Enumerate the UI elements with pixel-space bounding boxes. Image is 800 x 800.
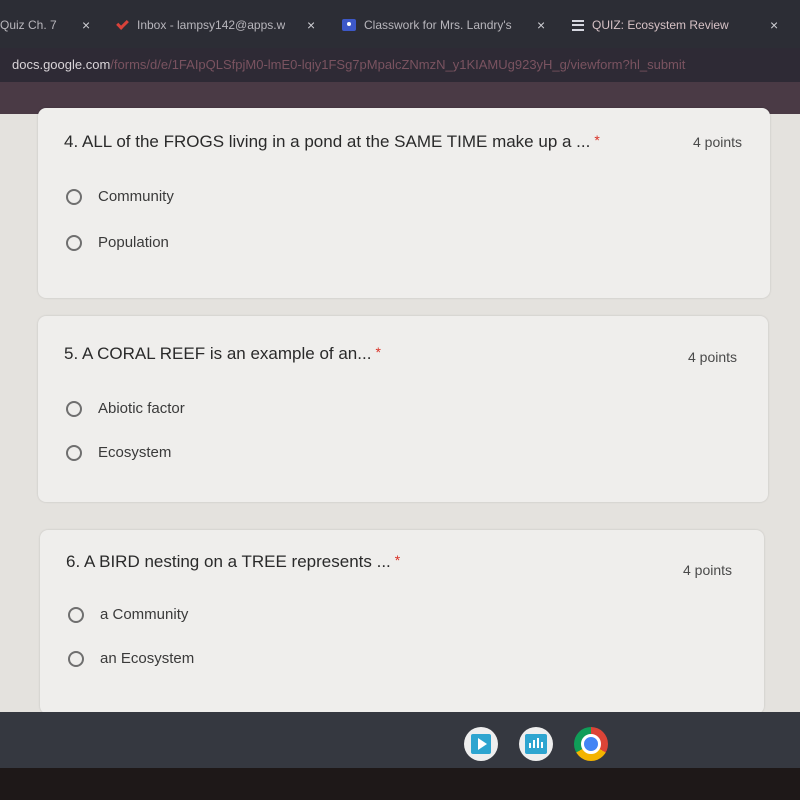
points-label: 4 points xyxy=(683,562,733,578)
option-ecosystem[interactable]: Ecosystem xyxy=(66,444,171,461)
tab-title: QUIZ: Ecosystem Review xyxy=(592,18,729,32)
close-icon[interactable]: × xyxy=(537,17,545,33)
url-path: /forms/d/e/1FAIpQLSfpjM0-lmE0-lqiy1FSg7p… xyxy=(110,57,686,72)
play-app-button[interactable] xyxy=(464,727,498,761)
option-population[interactable]: Population xyxy=(66,234,169,251)
question-title: 4. ALL of the FROGS living in a pond at … xyxy=(64,132,600,152)
points-label: 4 points xyxy=(688,349,738,365)
option-label: a Community xyxy=(100,606,189,623)
question-number: 4. xyxy=(64,132,79,151)
question-text: A BIRD nesting on a TREE represents ... xyxy=(83,552,391,571)
tab-title: Quiz Ch. 7 xyxy=(0,18,57,32)
question-number: 5. xyxy=(64,344,79,363)
required-marker: * xyxy=(594,132,600,148)
address-bar[interactable]: docs.google.com/forms/d/e/1FAIpQLSfpjM0-… xyxy=(0,48,800,82)
close-icon[interactable]: × xyxy=(82,17,90,33)
radio-button[interactable] xyxy=(66,444,82,461)
question-card-5: 5. A CORAL REEF is an example of an... * … xyxy=(38,316,768,502)
tab-strip: Quiz Ch. 7 × Inbox - lampsy142@apps.w × … xyxy=(0,0,800,48)
option-label: Population xyxy=(98,234,169,251)
chrome-icon xyxy=(574,727,608,761)
classroom-icon xyxy=(342,19,356,31)
required-marker: * xyxy=(375,344,381,360)
option-label: Community xyxy=(98,188,174,205)
tab-inbox[interactable]: Inbox - lampsy142@apps.w × xyxy=(115,10,320,40)
question-title: 6. A BIRD nesting on a TREE represents .… xyxy=(66,552,400,572)
question-title: 5. A CORAL REEF is an example of an... * xyxy=(64,344,381,364)
chrome-app-button[interactable] xyxy=(574,727,608,761)
radio-button[interactable] xyxy=(66,234,82,251)
audio-wave-app-icon xyxy=(525,734,547,754)
option-label: an Ecosystem xyxy=(100,650,195,667)
gmail-icon xyxy=(115,20,129,30)
tab-title: Inbox - lampsy142@apps.w xyxy=(137,18,286,32)
play-app-icon xyxy=(471,734,491,754)
tab-quiz-ch7[interactable]: Quiz Ch. 7 × xyxy=(0,10,90,40)
option-abiotic-factor[interactable]: Abiotic factor xyxy=(66,400,185,417)
radio-button[interactable] xyxy=(66,188,82,205)
url-field[interactable]: docs.google.com/forms/d/e/1FAIpQLSfpjM0-… xyxy=(12,57,685,72)
tab-quiz-ecosystem[interactable]: QUIZ: Ecosystem Review × xyxy=(572,10,797,40)
tab-title: Classwork for Mrs. Landry's xyxy=(364,18,512,32)
option-community[interactable]: Community xyxy=(66,188,174,205)
points-label: 4 points xyxy=(693,134,743,150)
close-icon[interactable]: × xyxy=(307,17,315,33)
question-number: 6. xyxy=(66,552,81,571)
close-icon[interactable]: × xyxy=(770,17,778,33)
required-marker: * xyxy=(394,552,401,568)
question-text: ALL of the FROGS living in a pond at the… xyxy=(81,132,591,151)
radio-button[interactable] xyxy=(68,650,84,667)
option-label: Ecosystem xyxy=(98,444,172,461)
option-label: Abiotic factor xyxy=(98,400,185,417)
question-card-4: 4. ALL of the FROGS living in a pond at … xyxy=(38,108,770,298)
radio-button[interactable] xyxy=(66,400,82,417)
question-text: A CORAL REEF is an example of an... xyxy=(81,344,372,363)
os-shelf xyxy=(0,712,800,768)
screen-bezel xyxy=(0,768,800,800)
option-an-ecosystem[interactable]: an Ecosystem xyxy=(68,650,194,667)
radio-button[interactable] xyxy=(68,606,84,623)
option-a-community[interactable]: a Community xyxy=(68,606,188,623)
forms-icon xyxy=(572,19,584,31)
url-domain: docs.google.com xyxy=(12,57,111,72)
tab-classwork[interactable]: Classwork for Mrs. Landry's × xyxy=(342,10,552,40)
audio-wave-app-button[interactable] xyxy=(519,727,553,761)
question-card-6: 6. A BIRD nesting on a TREE represents .… xyxy=(40,530,764,714)
